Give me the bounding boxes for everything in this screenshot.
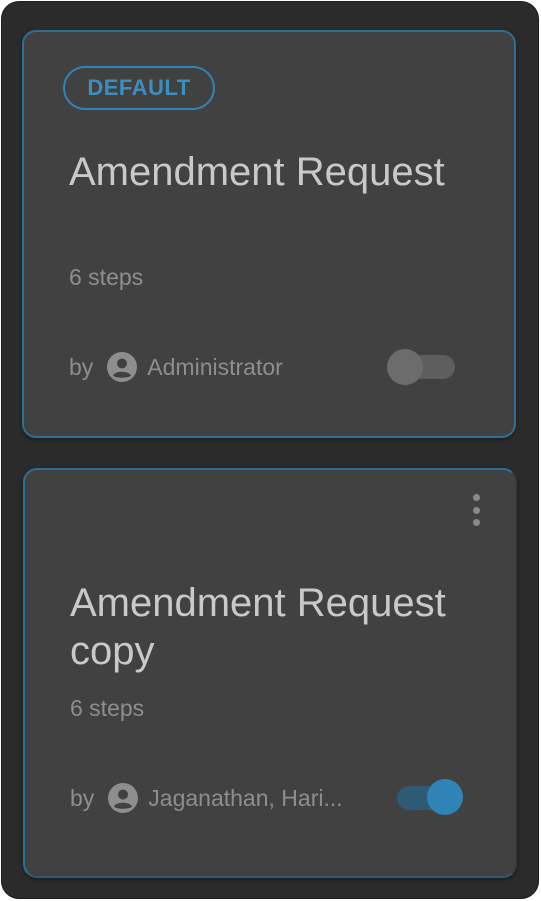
workflow-title: Amendment Request <box>69 150 445 194</box>
owner-row: by Administrator <box>69 350 283 384</box>
by-label: by <box>69 353 94 380</box>
steps-count: 6 steps <box>69 264 144 290</box>
workflow-title: Amendment Request copy <box>70 581 446 673</box>
workflow-list-panel: DEFAULT Amendment Request 6 steps by Adm… <box>1 1 539 899</box>
owner-row: by Jaganathan, Hari... <box>70 781 343 815</box>
toggle-knob <box>427 779 463 815</box>
more-vertical-icon[interactable] <box>469 492 483 528</box>
account-circle-icon <box>107 352 138 382</box>
toggle-knob <box>387 349 423 385</box>
workflow-card-amendment-request-copy[interactable]: Amendment Request copy 6 steps by Jagana… <box>23 468 517 878</box>
workflow-card-amendment-request[interactable]: DEFAULT Amendment Request 6 steps by Adm… <box>22 30 516 438</box>
menu-dot <box>472 519 480 526</box>
steps-count: 6 steps <box>70 695 145 721</box>
account-circle-icon <box>108 783 139 813</box>
owner-name: Jaganathan, Hari... <box>148 784 343 811</box>
menu-dot <box>472 494 480 501</box>
owner-name: Administrator <box>147 353 283 380</box>
by-label: by <box>70 784 95 811</box>
default-badge: DEFAULT <box>63 66 215 110</box>
enable-toggle[interactable] <box>395 779 465 815</box>
enable-toggle[interactable] <box>387 349 457 385</box>
menu-dot <box>472 506 480 514</box>
